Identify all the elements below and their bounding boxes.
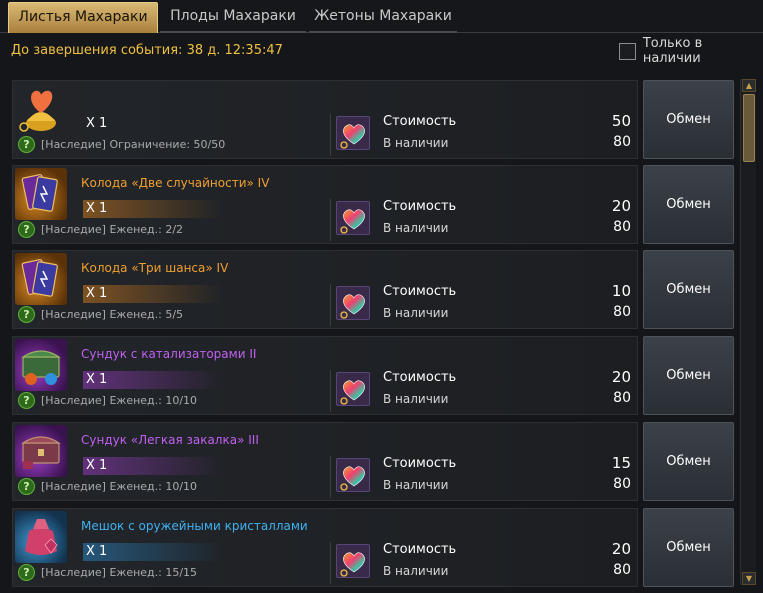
cost-label: Стоимость (383, 370, 457, 385)
item-name: Сундук «Легкая закалка» III (81, 433, 259, 447)
exchange-row: Сундук с катализаторами II X 1 ? [Наслед… (12, 336, 638, 415)
card-deck-icon[interactable] (15, 168, 67, 220)
help-icon[interactable]: ? (18, 136, 35, 153)
help-icon[interactable]: ? (18, 564, 35, 581)
cost-label: Стоимость (383, 456, 457, 471)
row-divider (330, 456, 331, 498)
maharaka-leaf-bag-icon[interactable] (15, 83, 67, 135)
tab-bar: Листья Махараки Плоды Махараки Жетоны Ма… (0, 0, 763, 33)
exchange-button[interactable]: Обмен (643, 80, 734, 159)
scroll-up-icon[interactable]: ▲ (742, 79, 756, 92)
exchange-limit: [Наследие] Ограничение: 50/50 (41, 138, 226, 151)
row-divider (330, 199, 331, 241)
stock-value: 80 (613, 134, 631, 150)
cost-value: 10 (611, 282, 631, 300)
cost-value: 50 (611, 112, 631, 130)
exchange-row: X 1 ? [Наследие] Ограничение: 50/50 Стои… (12, 80, 638, 159)
stock-value: 80 (613, 219, 631, 235)
stock-label: В наличии (383, 478, 449, 492)
maharaka-leaf-currency-icon (336, 286, 370, 320)
item-name: Мешок с оружейными кристаллами (81, 519, 308, 533)
red-chest-icon[interactable] (15, 425, 67, 477)
crystal-pouch-icon[interactable] (15, 511, 67, 563)
item-art-icon (21, 436, 61, 469)
exchange-limit: [Наследие] Еженед.: 10/10 (41, 394, 198, 407)
tab-maharaka-tokens[interactable]: Жетоны Махараки (309, 2, 457, 33)
item-art-icon (21, 259, 58, 297)
in-stock-checkbox[interactable] (619, 42, 636, 60)
cost-label: Стоимость (383, 199, 457, 214)
row-divider (330, 284, 331, 326)
stock-label: В наличии (383, 136, 449, 150)
cost-value: 15 (611, 454, 631, 472)
row-divider (330, 370, 331, 412)
cost-label: Стоимость (383, 284, 457, 299)
scrollbar[interactable]: ▲ ▼ (740, 79, 756, 585)
stock-label: В наличии (383, 221, 449, 235)
scroll-down-icon[interactable]: ▼ (742, 572, 756, 585)
item-name: Колода «Три шанса» IV (81, 261, 229, 275)
exchange-limit: [Наследие] Еженед.: 2/2 (41, 223, 184, 236)
row-divider (330, 542, 331, 584)
exchange-button[interactable]: Обмен (643, 422, 734, 501)
maharaka-leaf-currency-icon (336, 458, 370, 492)
item-name: Сундук с катализаторами II (81, 347, 257, 361)
stock-value: 80 (613, 304, 631, 320)
help-icon[interactable]: ? (18, 221, 35, 238)
scroll-thumb[interactable] (743, 94, 755, 162)
event-timer: До завершения события: 38 д. 12:35:47 (11, 43, 283, 58)
exchange-button[interactable]: Обмен (643, 508, 734, 587)
exchange-button[interactable]: Обмен (643, 250, 734, 329)
cost-label: Стоимость (383, 542, 457, 557)
stock-label: В наличии (383, 392, 449, 406)
help-icon[interactable]: ? (18, 478, 35, 495)
stock-value: 80 (613, 476, 631, 492)
cost-value: 20 (611, 368, 631, 386)
stock-label: В наличии (383, 564, 449, 578)
tab-maharaka-leaves[interactable]: Листья Махараки (8, 2, 158, 33)
help-icon[interactable]: ? (18, 392, 35, 409)
item-quantity: X 1 (83, 285, 223, 303)
stock-value: 80 (613, 562, 631, 578)
exchange-button[interactable]: Обмен (643, 336, 734, 415)
event-timer-label: До завершения события: (11, 43, 183, 58)
in-stock-filter-label: Только в наличии (642, 36, 703, 66)
maharaka-leaf-currency-icon (336, 116, 370, 150)
item-art-icon (19, 90, 56, 132)
stock-value: 80 (613, 390, 631, 406)
item-quantity: X 1 (83, 371, 223, 389)
cost-label: Стоимость (383, 114, 457, 129)
exchange-limit: [Наследие] Еженед.: 5/5 (41, 308, 184, 321)
item-quantity: X 1 (83, 543, 223, 561)
event-timer-value: 38 д. 12:35:47 (186, 43, 283, 58)
exchange-button[interactable]: Обмен (643, 165, 734, 244)
cost-value: 20 (611, 540, 631, 558)
tab-maharaka-fruits[interactable]: Плоды Махараки (160, 2, 306, 33)
exchange-limit: [Наследие] Еженед.: 15/15 (41, 566, 198, 579)
exchange-row: Мешок с оружейными кристаллами X 1 ? [На… (12, 508, 638, 587)
help-icon[interactable]: ? (18, 306, 35, 323)
cost-value: 20 (611, 197, 631, 215)
maharaka-leaf-currency-icon (336, 372, 370, 406)
row-divider (330, 114, 331, 156)
green-chest-icon[interactable] (15, 339, 67, 391)
maharaka-leaf-currency-icon (336, 201, 370, 235)
exchange-limit: [Наследие] Еженед.: 10/10 (41, 480, 198, 493)
item-quantity: X 1 (86, 116, 108, 131)
item-art-icon (21, 350, 61, 385)
stock-label: В наличии (383, 306, 449, 320)
exchange-row: Сундук «Легкая закалка» III X 1 ? [Насле… (12, 422, 638, 501)
item-quantity: X 1 (83, 457, 223, 475)
in-stock-filter[interactable]: Только в наличии (619, 36, 763, 66)
maharaka-leaf-currency-icon (336, 544, 370, 578)
exchange-row: Колода «Две случайности» IV X 1 ? [Насле… (12, 165, 638, 244)
card-deck-icon[interactable] (15, 253, 67, 305)
exchange-row: Колода «Три шанса» IV X 1 ? [Наследие] Е… (12, 250, 638, 329)
item-art-icon (25, 519, 58, 555)
item-art-icon (21, 174, 58, 212)
item-name: Колода «Две случайности» IV (81, 176, 270, 190)
item-quantity: X 1 (83, 200, 223, 218)
